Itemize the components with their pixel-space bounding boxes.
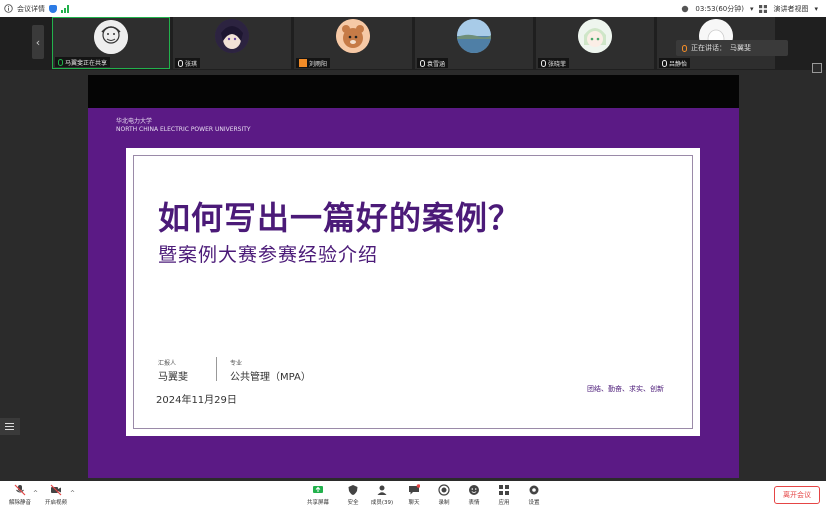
avatar [578,19,612,53]
top-status-bar: 会议详情 03:53(60分钟) ▾ 演讲者视图 ▾ [0,0,826,17]
microphone-muted-icon [541,59,546,67]
chevron-up-icon[interactable]: ^ [70,490,75,497]
chat-icon [409,484,420,495]
participant-tile[interactable]: 张琪 [173,17,291,69]
participants-button[interactable]: 成员(39) [366,484,398,506]
participant-name: 刘雨阳 [296,58,331,68]
avatar [215,19,249,53]
participant-name: 袁雪涵 [417,58,449,68]
dropdown-icon[interactable]: ▾ [814,5,818,13]
apps-icon [499,485,509,495]
scroll-left-button[interactable]: ‹ [32,25,44,59]
participant-tile[interactable]: 马翼斐正在共享 [52,17,170,69]
chevron-up-icon[interactable]: ^ [33,490,38,497]
microphone-icon [58,58,63,66]
share-screen-icon [313,486,323,493]
shield-icon[interactable] [49,4,57,13]
participant-tile[interactable]: 袁雪涵 [415,17,533,69]
participant-tile[interactable]: 张晓菲 [536,17,654,69]
user-icon [299,59,307,67]
grid-icon[interactable] [759,4,768,13]
reactions-button[interactable]: 表情 [458,484,490,506]
active-speaker-indicator: 正在讲话： 马翼斐 [676,40,788,56]
recording-icon [681,5,689,13]
share-screen-button[interactable]: 共享屏幕 [302,484,334,506]
emoji-icon [469,485,479,495]
participant-name: 吕静怡 [659,58,691,68]
presentation-slide: 华北电力大学 NORTH CHINA ELECTRIC POWER UNIVER… [88,108,739,478]
participants-strip: ‹ 马翼斐正在共享 张琪 刘雨阳 袁雪涵 张晓菲 吕静怡 正在讲话： 马翼斐 [0,17,826,73]
slide-title-card: 如何写出一篇好的案例？ 暨案例大赛参赛经验介绍 汇报人 马翼斐 专业 公共管理（… [126,148,700,436]
speaking-icon [682,44,687,52]
university-motto: 团结、勤奋、求实、创新 [587,385,664,393]
participant-tile[interactable]: 刘雨阳 [294,17,412,69]
reporter-name: 马翼斐 [158,372,188,383]
university-header: 华北电力大学 NORTH CHINA ELECTRIC POWER UNIVER… [116,118,251,133]
list-menu-button[interactable] [0,418,20,435]
major-value: 公共管理（MPA） [230,372,311,383]
apps-button[interactable]: 应用 [488,484,520,506]
shared-screen: 华北电力大学 NORTH CHINA ELECTRIC POWER UNIVER… [88,75,739,478]
microphone-muted-icon [14,484,26,496]
microphone-muted-icon [178,59,183,67]
expand-button[interactable] [812,63,822,73]
meeting-info-label[interactable]: 会议详情 [17,4,45,14]
signal-icon[interactable] [61,4,69,13]
record-icon [438,484,450,496]
major-label: 专业 [230,360,243,367]
chevron-down-icon[interactable]: ▾ [750,5,754,13]
settings-button[interactable]: 设置 [518,484,550,506]
chat-button[interactable]: 聊天 [398,484,430,506]
microphone-muted-icon [662,59,667,67]
presentation-date: 2024年11月29日 [156,395,237,406]
leave-meeting-button[interactable]: 离开会议 [774,486,820,504]
microphone-muted-icon [420,59,425,67]
slide-title: 如何写出一篇好的案例？ [158,199,522,237]
avatar [457,19,491,53]
reporter-label: 汇报人 [158,360,177,367]
camera-off-icon [50,484,62,496]
avatar [94,20,128,54]
participants-icon [377,485,387,495]
security-button[interactable]: 安全 [337,484,369,506]
participant-name: 张晓菲 [538,58,570,68]
record-button[interactable]: 录制 [428,484,460,506]
meeting-timer: 03:53(60分钟) [695,4,744,13]
avatar [336,19,370,53]
participant-name: 马翼斐正在共享 [55,57,111,67]
meeting-toolbar: 解除静音 ^ 开启视频 ^ 共享屏幕 安全 成员(39) 聊天 录制 表情 应用… [0,481,826,509]
view-mode-label[interactable]: 演讲者视图 [773,4,808,14]
video-button[interactable]: 开启视频 [40,484,72,506]
security-icon [348,485,358,495]
gear-icon [529,485,539,495]
slide-subtitle: 暨案例大赛参赛经验介绍 [158,244,379,266]
info-icon[interactable] [4,4,13,13]
participant-name: 张琪 [175,58,201,68]
divider [216,357,217,381]
mute-button[interactable]: 解除静音 [4,484,36,506]
